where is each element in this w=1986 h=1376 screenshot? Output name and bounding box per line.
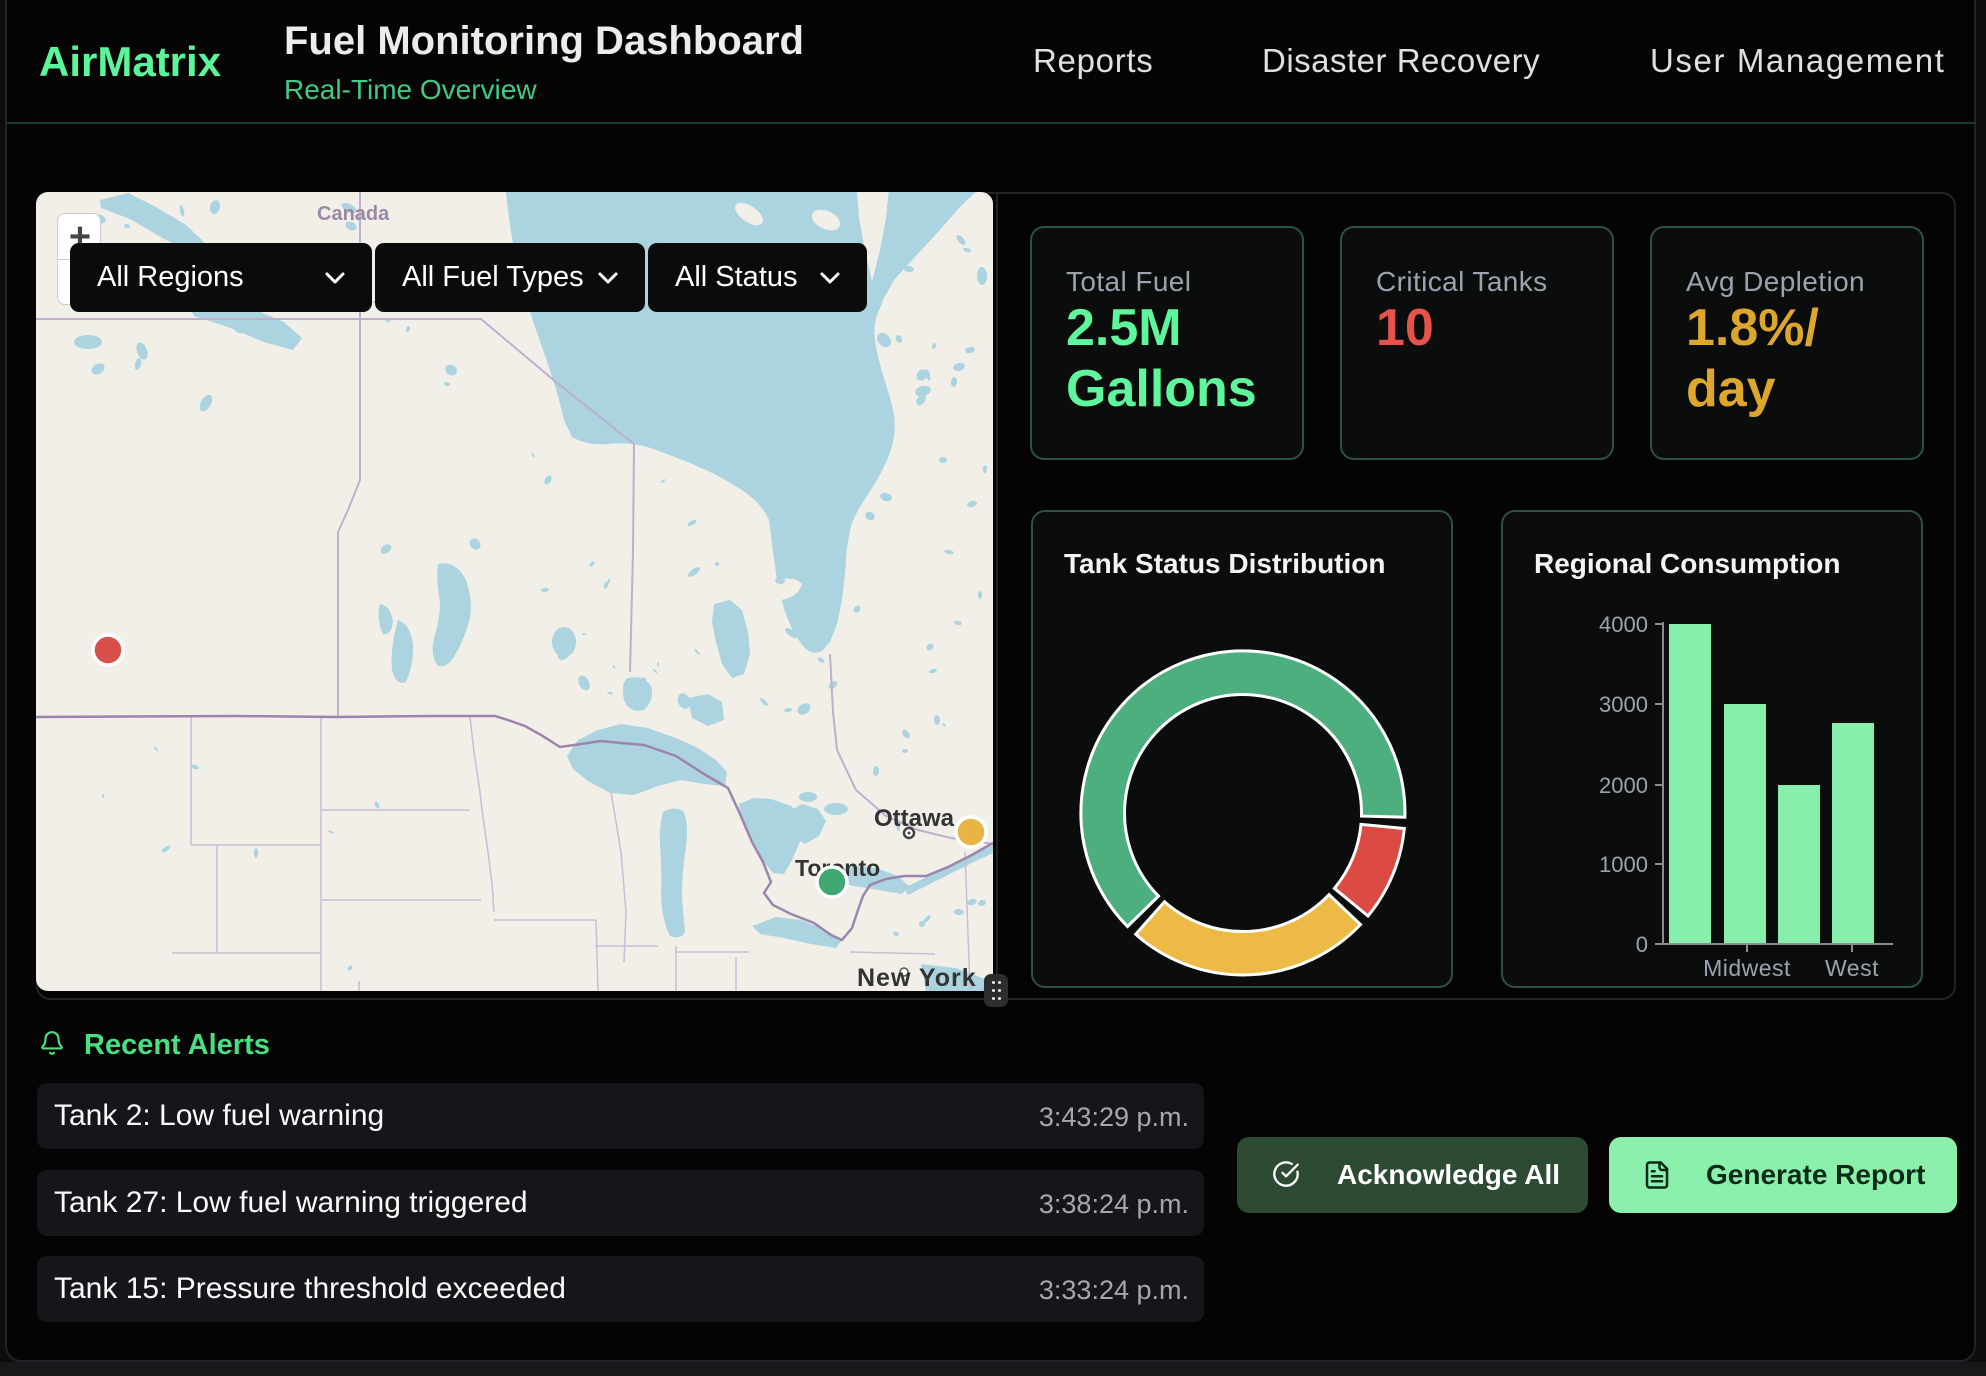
- svg-text:0: 0: [1636, 932, 1648, 957]
- svg-text:2000: 2000: [1599, 773, 1648, 798]
- svg-text:West: West: [1825, 955, 1879, 981]
- svg-text:Canada: Canada: [317, 203, 390, 225]
- svg-text:New York: New York: [857, 964, 977, 991]
- svg-text:Midwest: Midwest: [1703, 955, 1791, 981]
- svg-text:1000: 1000: [1599, 852, 1648, 877]
- svg-text:3000: 3000: [1599, 692, 1648, 717]
- svg-text:Ottawa: Ottawa: [874, 805, 955, 832]
- svg-text:4000: 4000: [1599, 612, 1648, 637]
